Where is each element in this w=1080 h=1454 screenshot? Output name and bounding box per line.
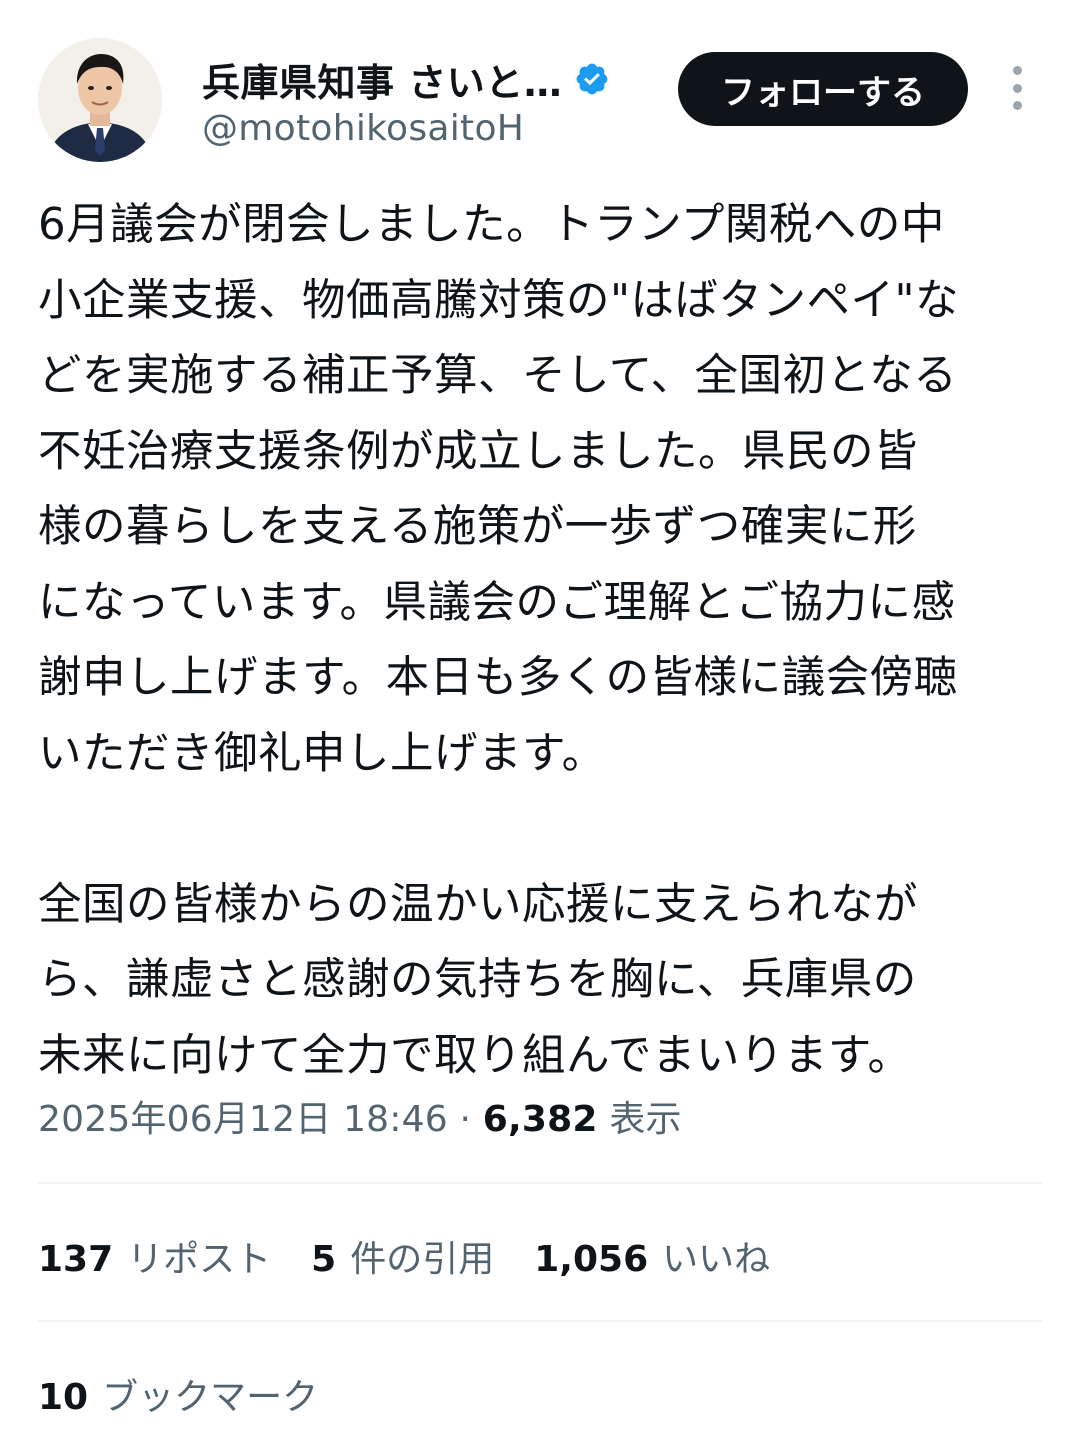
reposts-count: 137 bbox=[38, 1239, 114, 1280]
likes-count: 1,056 bbox=[534, 1239, 649, 1280]
author-handle[interactable]: @motohikosaitoH bbox=[202, 108, 610, 149]
quotes-label: 件の引用 bbox=[350, 1239, 495, 1280]
avatar[interactable] bbox=[38, 38, 162, 162]
reposts-label: リポスト bbox=[127, 1239, 272, 1280]
likes-label: いいね bbox=[662, 1239, 771, 1280]
bookmarks-stat-row: 10 ブックマーク bbox=[38, 1366, 358, 1422]
divider bbox=[38, 1182, 1042, 1184]
bookmarks-count: 10 bbox=[38, 1377, 89, 1418]
views-count: 6,382 bbox=[482, 1099, 598, 1140]
follow-button[interactable]: フォローする bbox=[678, 52, 968, 126]
views-label: 表示 bbox=[609, 1099, 682, 1140]
divider bbox=[38, 1320, 1042, 1322]
more-dot bbox=[1012, 101, 1022, 110]
author-name-row: 兵庫県知事 さいと… bbox=[202, 52, 610, 107]
engagement-stats: 137 リポスト 5 件の引用 1,056 いいね bbox=[38, 1228, 810, 1284]
tweet-timestamp[interactable]: 2025年06月12日 18:46 bbox=[38, 1099, 448, 1140]
bookmarks-label: ブックマーク bbox=[102, 1377, 319, 1418]
tweet-header: 兵庫県知事 さいと… @motohikosaitoH フォローする bbox=[38, 38, 1042, 164]
more-vertical-icon[interactable] bbox=[1002, 66, 1032, 110]
more-dot bbox=[1012, 66, 1022, 75]
reposts-stat[interactable]: 137 リポスト bbox=[38, 1230, 271, 1282]
likes-stat[interactable]: 1,056 いいね bbox=[534, 1230, 770, 1282]
tweet-meta: 2025年06月12日 18:46 · 6,382 表示 bbox=[38, 1090, 682, 1142]
author-info: 兵庫県知事 さいと… @motohikosaitoH bbox=[202, 54, 610, 149]
quotes-stat[interactable]: 5 件の引用 bbox=[311, 1230, 494, 1282]
meta-separator: · bbox=[459, 1099, 472, 1140]
author-display-name[interactable]: 兵庫県知事 さいと… bbox=[202, 52, 562, 107]
tweet-text: 6月議会が閉会しました。トランプ関税への中 小企業支援、物価高騰対策の"はばタン… bbox=[38, 200, 960, 1081]
more-dot bbox=[1012, 83, 1022, 93]
avatar-photo bbox=[38, 38, 162, 162]
bookmarks-stat[interactable]: 10 ブックマーク bbox=[38, 1368, 318, 1420]
quotes-count: 5 bbox=[311, 1239, 337, 1280]
verified-badge-icon bbox=[574, 61, 610, 97]
